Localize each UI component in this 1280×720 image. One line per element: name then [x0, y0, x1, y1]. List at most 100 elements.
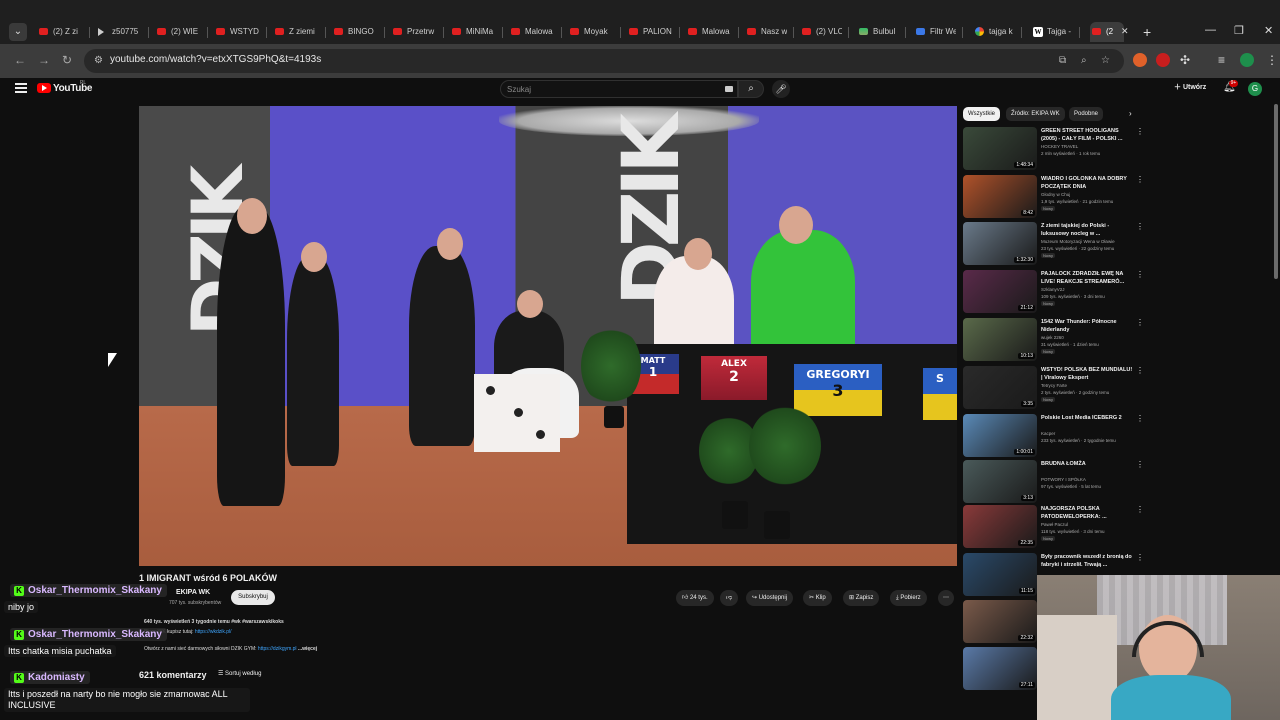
video-thumbnail[interactable]: 10:13 [963, 318, 1037, 361]
reload-icon[interactable]: ↻ [62, 53, 72, 67]
browser-tab[interactable]: (2) VLO [800, 22, 842, 42]
create-button[interactable]: ＋ Utwórz [1174, 82, 1206, 92]
extensions-puzzle-icon[interactable]: ✣ [1180, 53, 1190, 67]
profile-avatar[interactable] [1240, 53, 1254, 67]
recommended-video[interactable]: 3:13 BRUDNA ŁOMŻA POTWORY I SPÓŁKA 97 tys. … [963, 460, 1144, 506]
more-options-icon[interactable]: ⋮ [1136, 414, 1144, 423]
media-control-icon[interactable]: ≡ [1218, 53, 1225, 67]
page-scrollbar[interactable] [1274, 104, 1278, 279]
description-link[interactable]: https://wkdzik.pl/ [195, 629, 232, 635]
video-thumbnail[interactable]: 22:32 [963, 600, 1037, 643]
share-button[interactable]: ↪ Udostępnij [746, 590, 794, 606]
clip-button[interactable]: ✂ Klip [803, 590, 832, 606]
browser-tab[interactable]: PALION [627, 22, 673, 42]
video-thumbnail[interactable]: 22:35 [963, 505, 1037, 548]
browser-tab[interactable]: WSTYD [214, 22, 260, 42]
recommended-video[interactable]: 22:35 NAJGORSZA POLSKA PATODEWELOPERKA: .… [963, 505, 1144, 551]
back-icon[interactable]: ← [14, 53, 26, 67]
url-text[interactable]: youtube.com/watch?v=etxXTGS9PhQ&t=4193s [110, 54, 321, 65]
forward-icon[interactable]: → [38, 53, 50, 67]
browser-tab[interactable]: (2) Z zi [37, 22, 83, 42]
video-title[interactable]: NAJGORSZA POLSKA PATODEWELOPERKA: ... [1041, 505, 1135, 521]
tab-search-button[interactable]: ⌄ [9, 23, 27, 41]
video-title[interactable]: WIADRO I GOLONKA NA DOBRY POCZĄTEK DNIA [1041, 175, 1135, 191]
recommended-video[interactable]: 1:48:34 GREEN STREET HOOLIGANS (2005) - C… [963, 127, 1144, 173]
more-options-icon[interactable]: ⋮ [1136, 318, 1144, 327]
browser-tab[interactable]: (2 [1090, 22, 1124, 42]
video-thumbnail[interactable]: 11:15 [963, 553, 1037, 596]
video-thumbnail[interactable]: 8:42 [963, 175, 1037, 218]
recommended-video[interactable]: 1:32:30 Z ziemi tajskiej do Polski - luks… [963, 222, 1144, 268]
close-tab-icon[interactable]: ✕ [1121, 26, 1129, 37]
avatar[interactable]: G [1248, 82, 1262, 96]
youtube-logo-icon[interactable] [37, 83, 51, 93]
description-link[interactable]: https://dzikgym.pl [258, 646, 297, 652]
chip-source[interactable]: Źródło: EKIPA WK [1006, 107, 1065, 121]
more-options-icon[interactable]: ⋮ [1136, 505, 1144, 514]
search-button[interactable]: ⌕ [738, 80, 764, 98]
show-more-link[interactable]: ...więcej [298, 646, 317, 652]
browser-tab[interactable]: Filtr We [914, 22, 956, 42]
more-options-icon[interactable]: ⋮ [1136, 553, 1144, 562]
save-button[interactable]: ⊞ Zapisz [843, 590, 880, 606]
browser-tab[interactable]: Malowa [686, 22, 732, 42]
recommended-video[interactable]: 3:35 WSTYD! POLSKA BEZ MUNDIALU! | Viralo… [963, 366, 1144, 412]
video-thumbnail[interactable]: 1:48:34 [963, 127, 1037, 170]
site-info-icon[interactable]: ⚙ [94, 55, 103, 66]
keyboard-icon[interactable] [725, 86, 733, 92]
browser-tab[interactable]: Malowa [509, 22, 555, 42]
video-thumbnail[interactable]: 1:00:01 [963, 414, 1037, 457]
video-title[interactable]: BRUDNA ŁOMŻA [1041, 460, 1135, 468]
more-options-icon[interactable]: ⋮ [1136, 127, 1144, 136]
youtube-logo-text[interactable]: YouTube [53, 83, 93, 94]
more-options-icon[interactable]: ⋮ [1136, 175, 1144, 184]
sort-comments-button[interactable]: ☰ Sortuj według [218, 670, 261, 677]
search-box[interactable] [500, 80, 738, 98]
browser-tab[interactable]: Przetrw [391, 22, 437, 42]
chevron-right-icon[interactable]: › [1129, 109, 1132, 118]
more-options-icon[interactable]: ⋮ [1136, 222, 1144, 231]
video-player[interactable]: DZIK DZIK MATT 1 ALEX 2 GREGORYI 3 S [139, 106, 957, 566]
recommended-video[interactable]: 10:13 1542 War Thunder: Północne Niderlan… [963, 318, 1144, 364]
video-title[interactable]: Były pracownik wszedł z bronią do fabryk… [1041, 553, 1135, 569]
video-thumbnail[interactable]: 3:35 [963, 366, 1037, 409]
video-thumbnail[interactable]: 1:32:30 [963, 222, 1037, 265]
microphone-icon[interactable]: 🎤︎ [772, 80, 790, 98]
video-title[interactable]: Z ziemi tajskiej do Polski - luksusowy n… [1041, 222, 1135, 238]
browser-tab[interactable]: z50775 [96, 22, 142, 42]
more-options-icon[interactable]: ⋮ [1136, 270, 1144, 279]
recommended-video[interactable]: 8:42 WIADRO I GOLONKA NA DOBRY POCZĄTEK D… [963, 175, 1144, 221]
video-title[interactable]: GREEN STREET HOOLIGANS (2005) - CAŁY FIL… [1041, 127, 1135, 143]
video-title[interactable]: Polskie Lost Media ICEBERG 2 [1041, 414, 1135, 422]
open-in-app-icon[interactable]: ⧉ [1059, 55, 1066, 66]
recommended-video[interactable]: 21:12 PAJALOCK ZDRADZIŁ EWĘ NA LIVE! REAK… [963, 270, 1144, 316]
browser-tab[interactable]: BINGO [332, 22, 378, 42]
chip-all[interactable]: Wszystkie [963, 107, 1000, 121]
video-title[interactable]: 1542 War Thunder: Północne Niderlandy [1041, 318, 1135, 334]
minimize-icon[interactable]: — [1205, 24, 1216, 36]
extension-icon[interactable] [1156, 53, 1170, 67]
browser-tab[interactable]: tajga k [973, 22, 1015, 42]
search-input[interactable] [507, 84, 717, 95]
chip-related[interactable]: Podobne [1069, 107, 1104, 121]
browser-tab[interactable]: Z ziemi [273, 22, 319, 42]
channel-name[interactable]: EKIPA WK [176, 589, 210, 596]
extension-icon[interactable] [1133, 53, 1147, 67]
dislike-button[interactable]: 👎︎ [720, 590, 739, 606]
browser-tab[interactable]: Nasz w [745, 22, 787, 42]
browser-menu-icon[interactable]: ⋮ [1266, 53, 1278, 67]
browser-tab[interactable]: (2) WIE [155, 22, 201, 42]
browser-tab[interactable]: Moyak [568, 22, 614, 42]
zoom-icon[interactable]: ⌕ [1081, 55, 1087, 66]
video-title[interactable]: WSTYD! POLSKA BEZ MUNDIALU! | Viralowy E… [1041, 366, 1135, 382]
subscribe-button[interactable]: Subskrybuj [231, 590, 275, 605]
new-tab-button[interactable]: + [1143, 24, 1151, 40]
bookmark-star-icon[interactable]: ☆ [1101, 55, 1110, 66]
maximize-icon[interactable]: ❐ [1234, 24, 1244, 37]
video-thumbnail[interactable]: 3:13 [963, 460, 1037, 503]
recommended-video[interactable]: 1:00:01 Polskie Lost Media ICEBERG 2 Kacpe… [963, 414, 1144, 460]
browser-tab[interactable]: Bulbul [857, 22, 899, 42]
like-button[interactable]: 👍︎ 24 tys. [676, 590, 714, 606]
download-button[interactable]: ⤓ Pobierz [890, 590, 927, 606]
address-bar[interactable]: ⚙ youtube.com/watch?v=etxXTGS9PhQ&t=4193… [84, 49, 1124, 73]
